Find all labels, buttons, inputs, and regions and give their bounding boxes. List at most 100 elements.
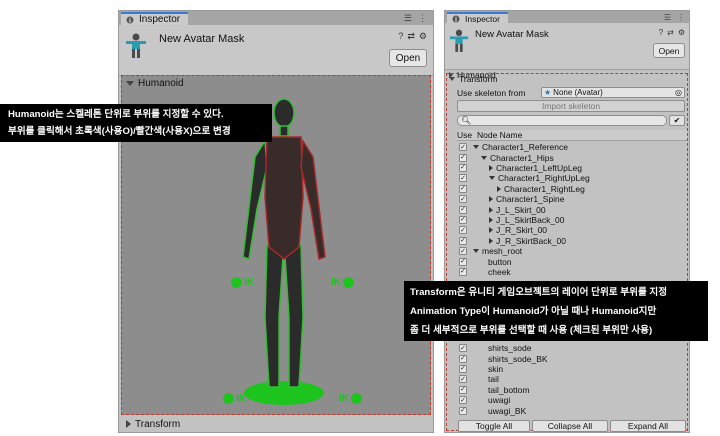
expanded-arrow-icon[interactable] [473, 249, 479, 254]
right-inspector-tab[interactable]: Inspector [447, 12, 508, 24]
use-checkbox[interactable] [459, 267, 467, 276]
collapsed-arrow-icon[interactable] [489, 164, 493, 171]
tree-node-row[interactable]: skin [459, 364, 687, 374]
collapsed-arrow-icon[interactable] [489, 216, 493, 223]
help-icon[interactable]: ? [398, 31, 403, 42]
tree-node-row[interactable]: J_L_Skirt_00 [459, 204, 687, 215]
use-checkbox[interactable] [459, 153, 467, 162]
collapse-all-button[interactable]: Collapse All [532, 420, 608, 432]
search-field[interactable]: 🔍︎ [457, 115, 667, 126]
expanded-arrow-icon[interactable] [481, 155, 487, 160]
right-transform-foldout[interactable]: Transform [445, 74, 689, 84]
right-open-button[interactable]: Open [653, 43, 685, 58]
gear-icon[interactable]: ⚙ [419, 31, 427, 42]
toggle-all-button[interactable]: Toggle All [458, 420, 530, 432]
search-confirm-button[interactable]: ✔ [669, 115, 685, 126]
tree-node-row[interactable]: Character1_RightUpLeg [459, 173, 687, 183]
tree-node-row[interactable]: shirts_sode [459, 343, 687, 353]
right-asset-name: New Avatar Mask [475, 29, 549, 40]
left-transform-foldout[interactable]: Transform [122, 417, 433, 431]
head-part[interactable] [273, 98, 295, 128]
skeleton-object-field[interactable]: ★ None (Avatar) ◎ [541, 87, 685, 98]
lock-icon[interactable]: ☰ [404, 13, 412, 24]
tree-node-row[interactable]: shirts_sode_BK [459, 353, 687, 364]
use-checkbox[interactable] [459, 406, 467, 415]
use-checkbox[interactable] [459, 215, 467, 224]
tree-node-row[interactable]: Character1_Reference [459, 142, 687, 152]
left-leg-part[interactable] [264, 243, 284, 388]
use-checkbox[interactable] [459, 257, 467, 266]
node-name: Character1_Spine [496, 194, 565, 205]
object-picker-icon[interactable]: ◎ [675, 88, 682, 97]
preset-icon[interactable]: ⇄ [407, 31, 415, 42]
collapsed-arrow-icon[interactable] [489, 237, 493, 244]
tree-node-row[interactable]: J_L_SkirtBack_00 [459, 215, 687, 225]
preset-icon[interactable]: ⇄ [667, 28, 674, 37]
use-checkbox[interactable] [459, 247, 467, 256]
info-icon [126, 16, 134, 23]
expand-all-button[interactable]: Expand All [610, 420, 686, 432]
lock-icon[interactable]: ☰ [664, 13, 671, 22]
right-hand-ik[interactable]: IK [331, 277, 354, 288]
use-checkbox[interactable] [459, 163, 467, 172]
tree-node-row[interactable]: Character1_RightLeg [459, 184, 687, 194]
import-skeleton-button[interactable]: Import skeleton [457, 100, 685, 112]
use-checkbox[interactable] [459, 364, 467, 373]
tree-node-row[interactable]: Character1_Spine [459, 194, 687, 204]
left-arm-part[interactable] [242, 138, 268, 260]
tree-node-row[interactable]: uwagi_BK [459, 405, 687, 416]
left-foot-ik[interactable]: IK [223, 393, 246, 404]
use-checkbox[interactable] [459, 385, 467, 394]
use-checkbox[interactable] [459, 174, 467, 183]
ik-label: IK [244, 277, 254, 288]
humanoid-foldout[interactable]: Humanoid [122, 77, 433, 89]
tree-node-row[interactable]: button [459, 256, 687, 267]
toggle-all-label: Toggle All [475, 421, 513, 431]
humanoid-annotation: Humanoid는 스켈레톤 단위로 부위를 지정할 수 있다. 부위를 클릭해… [0, 104, 272, 142]
right-foot-ik[interactable]: IK [339, 393, 362, 404]
tree-node-row[interactable]: tail_bottom [459, 385, 687, 395]
use-checkbox[interactable] [459, 205, 467, 214]
expanded-arrow-icon[interactable] [489, 176, 495, 181]
collapsed-arrow-icon[interactable] [497, 185, 501, 192]
use-checkbox[interactable] [459, 396, 467, 405]
tree-node-row[interactable]: Character1_LeftUpLeg [459, 163, 687, 173]
ground-ik-ellipse[interactable] [244, 381, 324, 405]
left-open-button[interactable]: Open [389, 49, 427, 67]
menu-icon[interactable]: ⋮ [677, 13, 685, 22]
tree-node-row[interactable]: J_R_SkirtBack_00 [459, 236, 687, 246]
use-checkbox[interactable] [459, 226, 467, 235]
collapsed-arrow-icon[interactable] [489, 206, 493, 213]
left-hand-ik[interactable]: IK [231, 277, 254, 288]
use-checkbox[interactable] [459, 354, 467, 363]
tree-node-row[interactable]: tail [459, 374, 687, 384]
left-tab-label: Inspector [139, 14, 181, 25]
collapsed-arrow-icon[interactable] [489, 227, 493, 234]
left-inspector-tab[interactable]: Inspector [121, 12, 189, 25]
expanded-arrow-icon[interactable] [473, 145, 479, 150]
menu-icon[interactable]: ⋮ [418, 13, 427, 24]
avatar-mask-icon [449, 29, 469, 52]
help-icon[interactable]: ? [659, 28, 663, 37]
left-transform-label: Transform [135, 418, 181, 430]
tree-node-row[interactable]: Character1_Hips [459, 152, 687, 163]
ik-dot-icon [231, 277, 242, 288]
use-checkbox[interactable] [459, 143, 467, 152]
use-checkbox[interactable] [459, 344, 467, 353]
tree-node-row[interactable]: J_R_Skirt_00 [459, 225, 687, 235]
neck-part[interactable] [279, 125, 289, 137]
use-checkbox[interactable] [459, 184, 467, 193]
tree-node-row[interactable]: cheek [459, 267, 687, 277]
torso-part[interactable] [264, 136, 304, 260]
tree-node-row[interactable]: mesh_root [459, 246, 687, 256]
collapsed-arrow-icon[interactable] [489, 196, 493, 203]
use-checkbox[interactable] [459, 195, 467, 204]
tree-node-row[interactable]: uwagi [459, 395, 687, 405]
use-checkbox[interactable] [459, 375, 467, 384]
right-arm-part[interactable] [300, 138, 326, 260]
column-node-name: Node Name [477, 130, 523, 140]
gear-icon[interactable]: ⚙ [678, 28, 685, 37]
right-tab-label: Inspector [465, 13, 500, 24]
use-checkbox[interactable] [459, 236, 467, 245]
right-leg-part[interactable] [284, 243, 304, 388]
